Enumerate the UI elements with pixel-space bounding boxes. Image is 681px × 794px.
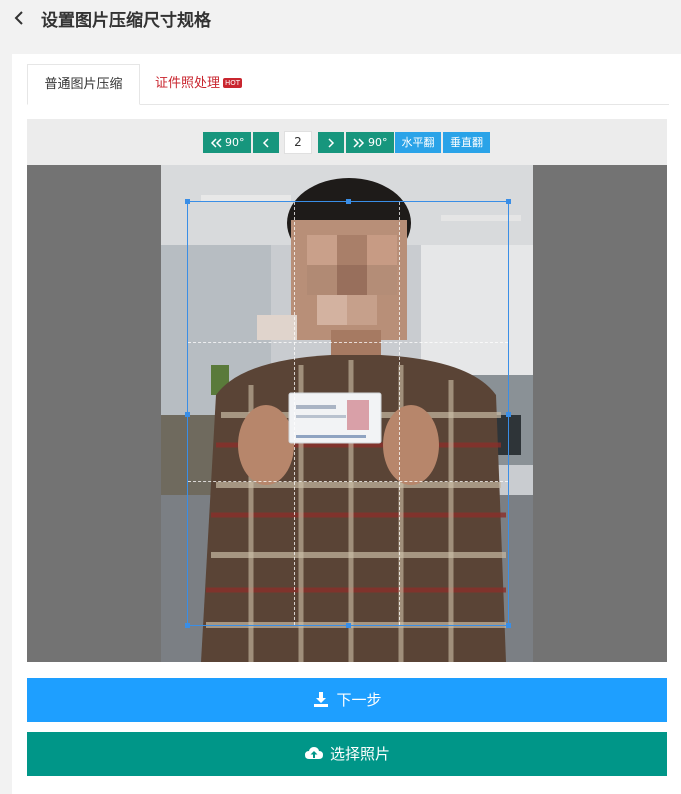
- main-panel: 普通图片压缩 证件照处理 HOT 90° 2 90° 水平翻 垂直翻 下一步 选…: [12, 54, 681, 794]
- chevron-right-icon: [328, 138, 335, 148]
- prev-button[interactable]: [253, 132, 279, 153]
- crop-box[interactable]: [185, 199, 511, 628]
- page-number[interactable]: 2: [284, 131, 312, 154]
- crop-handle[interactable]: [346, 199, 351, 204]
- download-icon: [314, 691, 329, 707]
- tab-bar: 普通图片压缩 证件照处理 HOT: [27, 64, 669, 105]
- crop-handle[interactable]: [506, 412, 511, 417]
- tab-id-photo[interactable]: 证件照处理 HOT: [155, 64, 243, 104]
- flip-horizontal-button[interactable]: 水平翻: [395, 132, 441, 153]
- crop-guide-h: [188, 481, 508, 483]
- crop-guide-v: [399, 202, 401, 625]
- flip-vertical-button[interactable]: 垂直翻: [443, 132, 490, 153]
- double-chevron-right-icon: [352, 138, 364, 148]
- hot-badge: HOT: [223, 77, 243, 88]
- choose-photo-button[interactable]: 选择照片: [27, 732, 667, 776]
- next-page-button[interactable]: [318, 132, 344, 153]
- tab-label: 证件照处理: [155, 76, 221, 91]
- next-step-label: 下一步: [336, 691, 382, 709]
- crop-handle[interactable]: [185, 199, 190, 204]
- chevron-left-icon: [262, 138, 269, 148]
- rotate-right-button[interactable]: 90°: [346, 132, 394, 153]
- rotate-left-label: 90°: [225, 136, 245, 149]
- crop-handle[interactable]: [185, 412, 190, 417]
- crop-handle[interactable]: [185, 623, 190, 628]
- crop-handle[interactable]: [506, 199, 511, 204]
- crop-stage: [27, 165, 667, 662]
- rotate-right-label: 90°: [368, 136, 388, 149]
- page-title: 设置图片压缩尺寸规格: [41, 11, 211, 31]
- next-step-button[interactable]: 下一步: [27, 678, 667, 722]
- crop-handle[interactable]: [506, 623, 511, 628]
- tab-normal-compress[interactable]: 普通图片压缩: [27, 64, 140, 105]
- crop-guide-h: [188, 341, 508, 343]
- rotate-left-button[interactable]: 90°: [203, 132, 251, 153]
- image-toolbar: 90° 2 90° 水平翻 垂直翻: [27, 119, 667, 165]
- tab-label: 普通图片压缩: [44, 77, 123, 92]
- choose-photo-label: 选择照片: [329, 745, 390, 763]
- back-icon[interactable]: [10, 8, 30, 28]
- crop-handle[interactable]: [346, 623, 351, 628]
- double-chevron-left-icon: [210, 138, 222, 148]
- cloud-upload-icon: [304, 746, 323, 759]
- header: 设置图片压缩尺寸规格: [0, 0, 681, 38]
- crop-guide-v: [293, 202, 295, 625]
